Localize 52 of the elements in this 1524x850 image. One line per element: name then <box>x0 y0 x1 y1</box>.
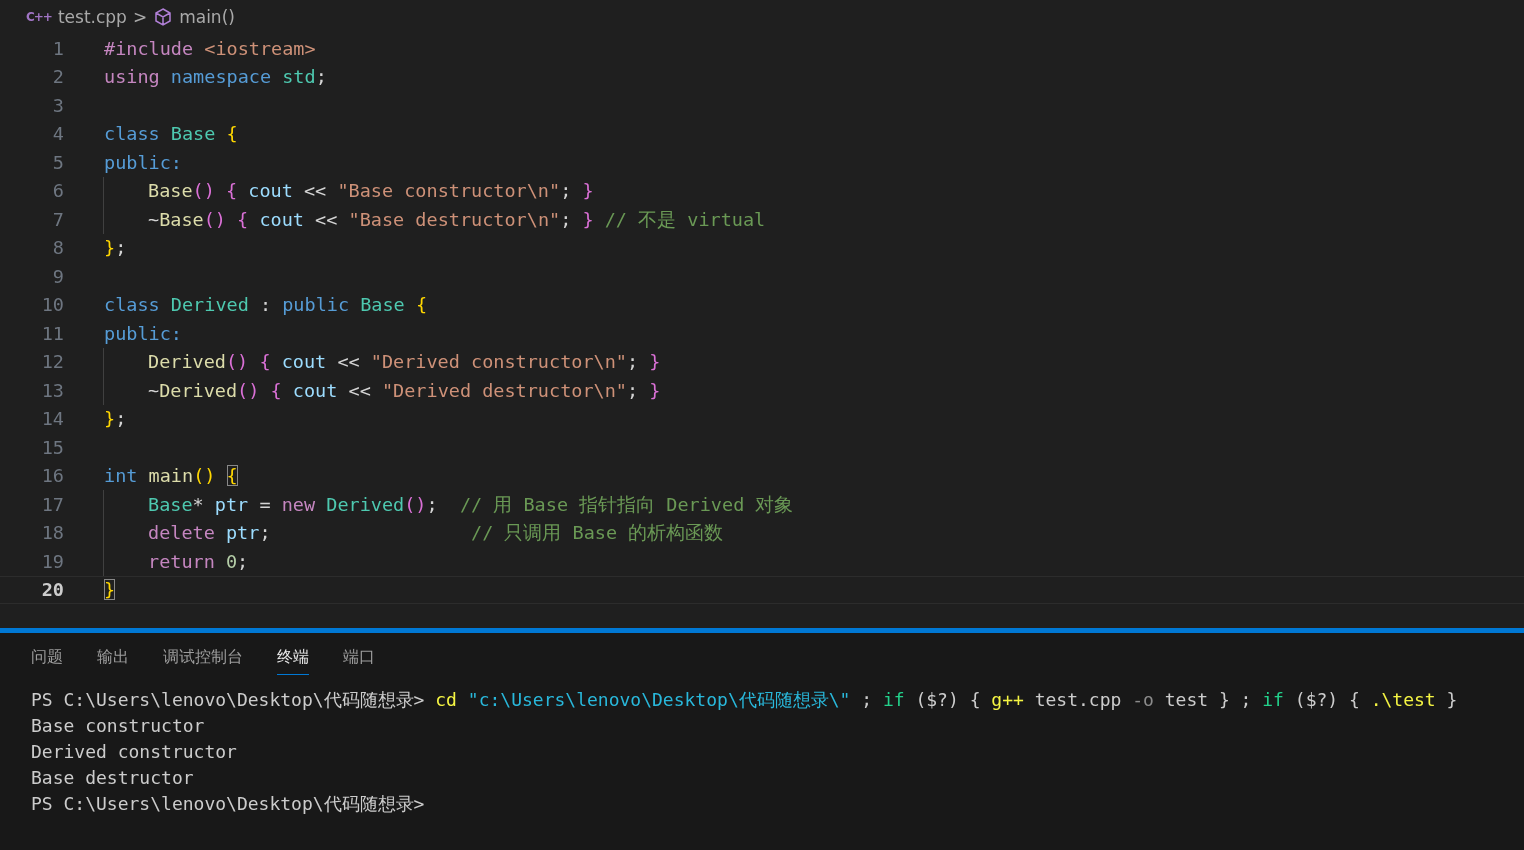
panel-tab[interactable]: 终端 <box>277 647 309 675</box>
line-number: 15 <box>40 436 64 458</box>
line-number: 6 <box>51 180 64 202</box>
line-number: 13 <box>40 379 64 401</box>
code-line: Base() { cout << "Base constructor\n"; } <box>148 180 594 202</box>
breadcrumb-separator: > <box>132 7 148 27</box>
line-number: 16 <box>40 465 64 487</box>
line-number: 7 <box>51 208 64 230</box>
breadcrumb-symbol[interactable]: main() <box>179 7 235 27</box>
code-line: ~Derived() { cout << "Derived destructor\n"; } <box>148 379 661 401</box>
code-line: class Base { <box>104 123 238 145</box>
panel-tab[interactable]: 调试控制台 <box>163 647 243 675</box>
line-number: 10 <box>40 294 64 316</box>
panel-tab[interactable]: 问题 <box>31 647 63 675</box>
cpp-file-icon: C++ <box>26 10 52 24</box>
code-line: return 0; <box>148 550 249 572</box>
terminal-line: PS C:\Users\lenovo\Desktop\代码随想录> <box>31 792 426 816</box>
code-line: Derived() { cout << "Derived constructor\n"; } <box>148 351 661 373</box>
line-number: 19 <box>40 550 64 572</box>
code-line: }; <box>104 237 127 259</box>
code-line: delete ptr; // 只调用 Base 的析构函数 <box>148 521 724 546</box>
panel-tab[interactable]: 端口 <box>343 647 375 675</box>
code-line: public: <box>104 322 182 344</box>
line-number: 4 <box>51 123 64 145</box>
code-line: ~Base() { cout << "Base destructor\n"; } // 不是 virtual <box>148 207 766 232</box>
terminal-line: Base destructor <box>31 766 195 790</box>
code-line: Base* ptr = new Derived(); // 用 Base 指针指向 Derived 对象 <box>148 492 794 517</box>
code-line: #include <iostream> <box>104 37 316 59</box>
line-number: 18 <box>40 522 64 544</box>
code-line: } <box>104 579 116 601</box>
line-number: 9 <box>51 265 64 287</box>
line-number: 3 <box>51 94 64 116</box>
code-line: class Derived : public Base { <box>104 294 428 316</box>
line-number: 5 <box>51 151 64 173</box>
line-number: 2 <box>51 66 64 88</box>
code-line: }; <box>104 408 127 430</box>
cube-icon <box>153 7 174 27</box>
line-number: 17 <box>40 493 64 515</box>
terminal-line: PS C:\Users\lenovo\Desktop\代码随想录> cd "c:\Users\lenovo\Desktop\代码随想录\" ; if ($?) { g++ test.cpp -o test } ; if ($?) { .\test } <box>31 688 1459 712</box>
code-line: public: <box>104 151 182 173</box>
breadcrumb-file[interactable]: test.cpp <box>57 7 127 27</box>
line-number: 1 <box>51 37 64 59</box>
line-number: 8 <box>51 237 64 259</box>
line-number: 12 <box>40 351 64 373</box>
line-number: 20 <box>40 579 64 601</box>
line-number: 14 <box>40 408 64 430</box>
panel-tab[interactable]: 输出 <box>97 647 129 675</box>
code-line: using namespace std; <box>104 66 327 88</box>
line-number: 11 <box>40 322 64 344</box>
terminal-line: Derived constructor <box>31 740 238 764</box>
code-line: int main() { <box>104 465 238 487</box>
terminal-line: Base constructor <box>31 714 206 738</box>
